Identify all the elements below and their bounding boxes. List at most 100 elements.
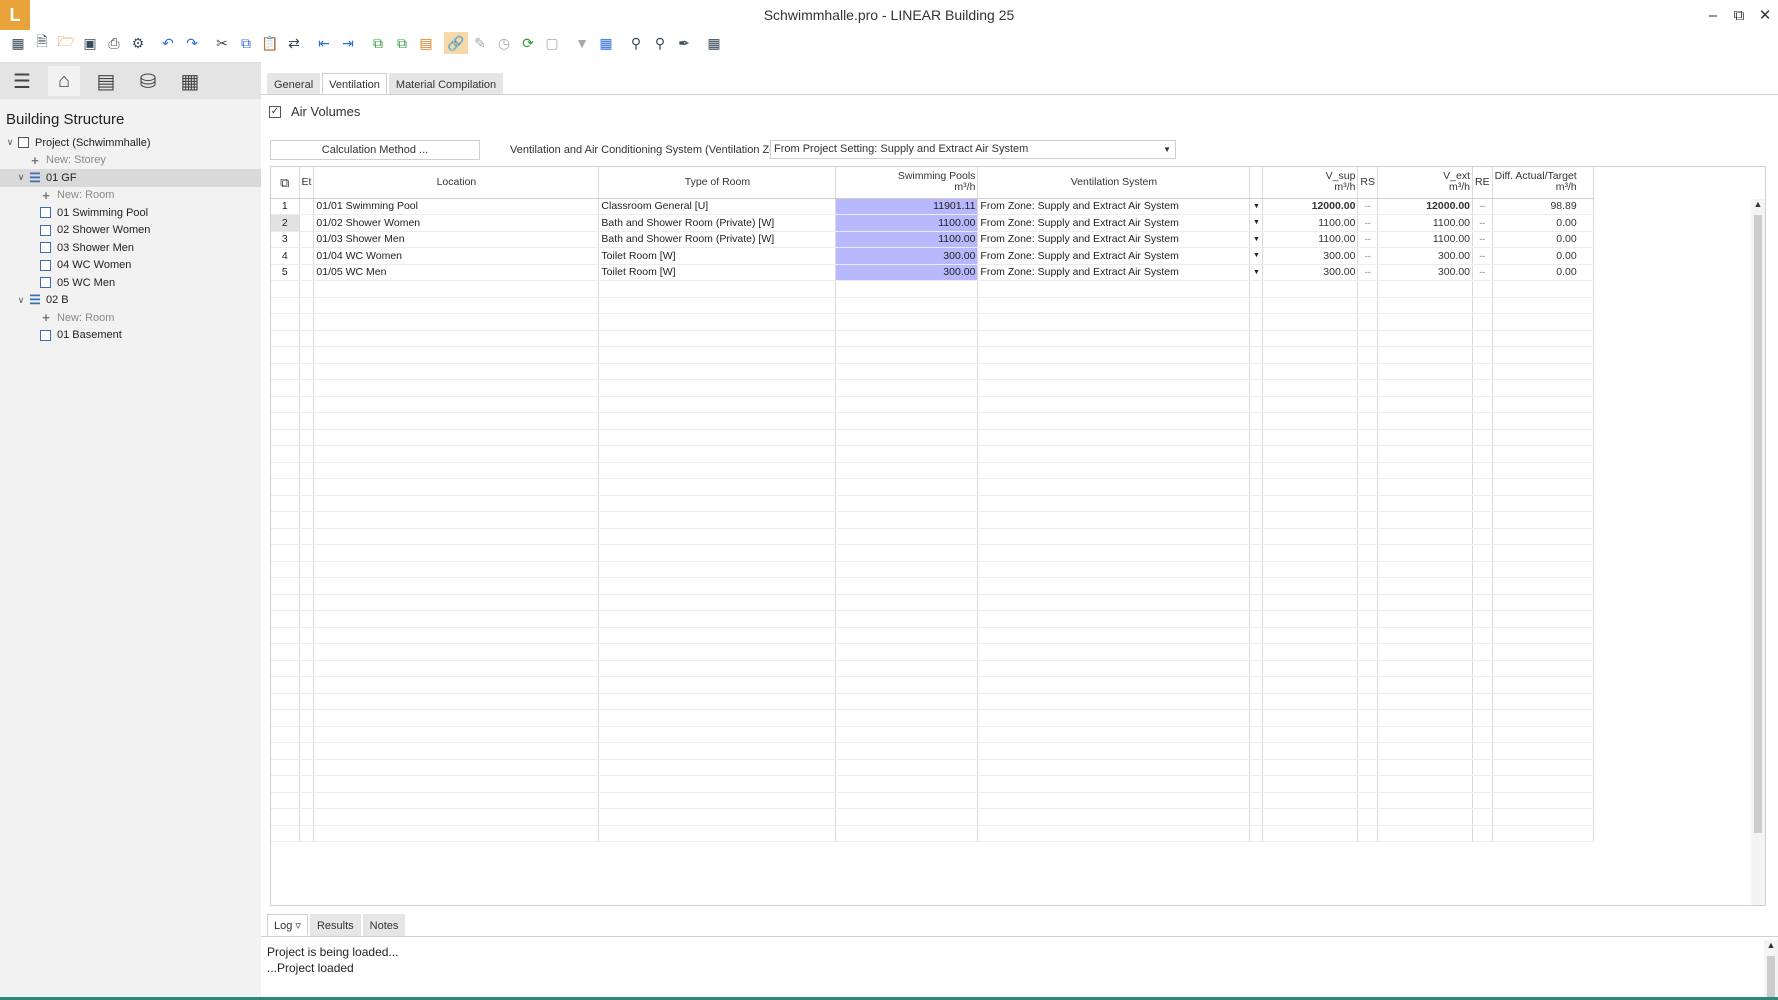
empty-cell[interactable] — [835, 330, 979, 347]
empty-cell[interactable] — [835, 709, 979, 727]
empty-cell[interactable] — [598, 825, 837, 842]
empty-cell[interactable] — [1492, 313, 1594, 331]
empty-cell[interactable] — [1377, 759, 1474, 776]
table-row[interactable]: 2 01/02 Shower Women Bath and Shower Room … — [271, 214, 1594, 232]
empty-cell[interactable] — [1472, 643, 1493, 661]
replace-icon[interactable]: ⇄ — [282, 32, 306, 54]
swimming-pools-cell[interactable]: 300.00 — [835, 247, 979, 265]
empty-cell[interactable] — [977, 297, 1251, 314]
column-header-swimming-pools[interactable]: Swimming Pools m³/h — [835, 167, 979, 199]
report-icon[interactable]: ▤ — [414, 32, 438, 54]
empty-cell[interactable] — [598, 363, 837, 380]
empty-cell[interactable] — [835, 742, 979, 760]
empty-cell[interactable] — [1472, 825, 1493, 842]
empty-cell[interactable] — [1377, 643, 1474, 661]
empty-cell[interactable] — [271, 594, 300, 611]
re-cell[interactable]: -- — [1472, 214, 1493, 232]
empty-cell[interactable] — [271, 297, 300, 314]
empty-cell[interactable] — [835, 396, 979, 413]
empty-cell[interactable] — [299, 709, 315, 727]
reset-icon[interactable]: ▢ — [540, 32, 564, 54]
re-cell[interactable]: -- — [1472, 264, 1493, 281]
empty-cell[interactable] — [1249, 594, 1264, 611]
save-icon[interactable]: ▣ — [78, 32, 102, 54]
v-ext-cell[interactable]: 300.00 — [1377, 247, 1474, 265]
empty-cell[interactable] — [1357, 825, 1379, 842]
menu-icon[interactable]: ☰ — [6, 66, 38, 96]
empty-cell[interactable] — [1492, 577, 1594, 595]
empty-cell[interactable] — [1249, 792, 1264, 809]
empty-cell[interactable] — [598, 561, 837, 578]
rs-cell[interactable]: -- — [1357, 198, 1379, 215]
empty-cell[interactable] — [598, 676, 837, 694]
v-sup-cell[interactable]: 300.00 — [1262, 264, 1359, 281]
row-number[interactable]: 5 — [271, 264, 300, 281]
row-number[interactable]: 2 — [271, 214, 300, 232]
empty-cell[interactable] — [598, 693, 837, 710]
empty-table-row[interactable] — [271, 429, 1594, 446]
empty-cell[interactable] — [1492, 495, 1594, 512]
empty-cell[interactable] — [835, 412, 979, 430]
tree-item[interactable]: + New: Room — [0, 187, 261, 205]
empty-cell[interactable] — [271, 346, 300, 364]
empty-cell[interactable] — [313, 445, 600, 463]
empty-cell[interactable] — [299, 726, 315, 743]
empty-cell[interactable] — [1472, 792, 1493, 809]
empty-cell[interactable] — [1249, 627, 1264, 644]
swimming-pools-cell[interactable]: 1100.00 — [835, 214, 979, 232]
empty-cell[interactable] — [1377, 594, 1474, 611]
empty-cell[interactable] — [313, 577, 600, 595]
empty-cell[interactable] — [1492, 544, 1594, 562]
ventilation-system-cell[interactable]: From Zone: Supply and Extract Air System — [977, 231, 1251, 248]
empty-cell[interactable] — [835, 643, 979, 661]
empty-cell[interactable] — [299, 396, 315, 413]
empty-cell[interactable] — [977, 742, 1251, 760]
empty-cell[interactable] — [1262, 660, 1359, 677]
column-header-re[interactable]: RE — [1472, 167, 1493, 199]
print-icon[interactable]: ⎙ — [102, 32, 126, 54]
log-vertical-scrollbar[interactable]: ▲ — [1764, 940, 1778, 1000]
empty-cell[interactable] — [313, 379, 600, 397]
empty-cell[interactable] — [835, 676, 979, 694]
room-type-cell[interactable]: Classroom General [U] — [598, 198, 837, 215]
ventilation-system-cell[interactable]: From Zone: Supply and Extract Air System — [977, 264, 1251, 281]
empty-cell[interactable] — [598, 610, 837, 628]
re-cell[interactable]: -- — [1472, 198, 1493, 215]
empty-cell[interactable] — [1492, 330, 1594, 347]
empty-cell[interactable] — [299, 445, 315, 463]
empty-cell[interactable] — [299, 462, 315, 479]
empty-cell[interactable] — [1357, 379, 1379, 397]
empty-table-row[interactable] — [271, 363, 1594, 380]
empty-cell[interactable] — [1492, 594, 1594, 611]
empty-table-row[interactable] — [271, 594, 1594, 611]
room-type-cell[interactable]: Bath and Shower Room (Private) [W] — [598, 214, 837, 232]
minimize-icon[interactable]: – — [1700, 0, 1726, 30]
empty-cell[interactable] — [1472, 330, 1493, 347]
v-sup-cell[interactable]: 1100.00 — [1262, 214, 1359, 232]
empty-cell[interactable] — [1357, 676, 1379, 694]
empty-cell[interactable] — [598, 297, 837, 314]
tab-general[interactable]: General — [267, 73, 321, 95]
et-cell[interactable] — [299, 198, 315, 215]
empty-cell[interactable] — [598, 379, 837, 397]
empty-cell[interactable] — [1249, 495, 1264, 512]
empty-cell[interactable] — [1492, 379, 1594, 397]
empty-cell[interactable] — [1357, 462, 1379, 479]
tree-item[interactable]: 04 WC Women — [0, 257, 261, 275]
et-cell[interactable] — [299, 247, 315, 265]
empty-cell[interactable] — [598, 511, 837, 529]
tree-item[interactable]: ∨ ☰ 01 GF — [0, 169, 261, 187]
empty-cell[interactable] — [1249, 511, 1264, 529]
empty-cell[interactable] — [1357, 594, 1379, 611]
empty-cell[interactable] — [271, 396, 300, 413]
empty-cell[interactable] — [835, 610, 979, 628]
empty-cell[interactable] — [977, 676, 1251, 694]
chart-icon[interactable]: ▦ — [594, 32, 618, 54]
rs-cell[interactable]: -- — [1357, 231, 1379, 248]
empty-cell[interactable] — [1262, 627, 1359, 644]
empty-cell[interactable] — [598, 643, 837, 661]
copy-icon[interactable]: ⧉ — [234, 32, 258, 54]
empty-cell[interactable] — [1377, 709, 1474, 727]
empty-cell[interactable] — [1249, 693, 1264, 710]
list-icon[interactable]: ▤ — [90, 66, 122, 96]
